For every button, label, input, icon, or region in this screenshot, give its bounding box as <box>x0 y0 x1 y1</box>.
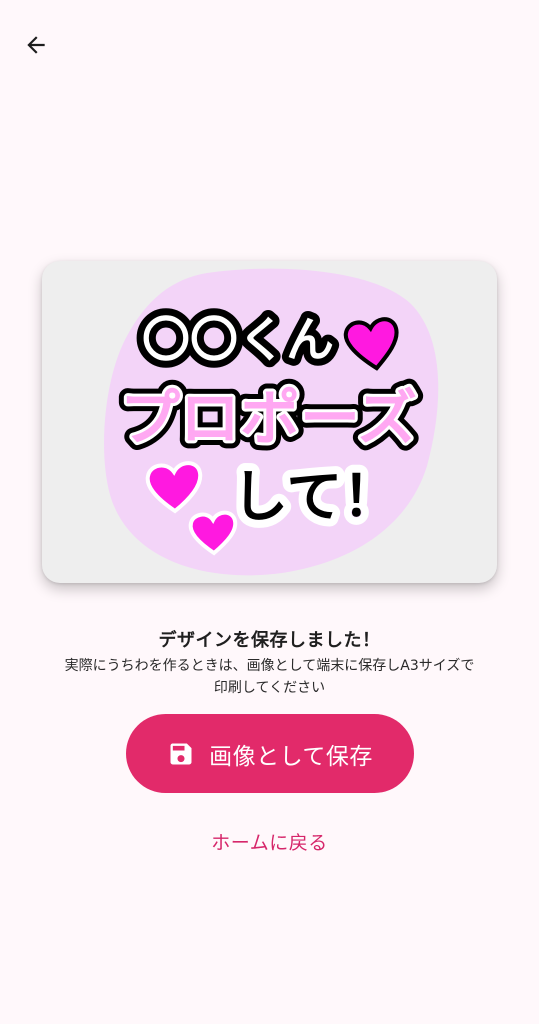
uchiwa-preview-image: 〇〇くん プロポーズ プロポーズ して！ <box>104 268 439 576</box>
save-image-button-label: 画像として保存 <box>209 743 373 770</box>
preview-line3: して！ <box>232 465 398 530</box>
save-description: 実際にうちわを作るときは、画像として端末に保存しA3サイズで 印刷してください <box>40 655 499 699</box>
preview-line2-inner: プロポーズ <box>120 384 417 454</box>
save-description-line1: 実際にうちわを作るときは、画像として端末に保存しA3サイズで <box>64 658 475 674</box>
uchiwa-preview-card: 〇〇くん プロポーズ プロポーズ して！ <box>42 261 497 583</box>
save-description-line2: 印刷してください <box>213 680 326 696</box>
back-button[interactable] <box>14 25 58 65</box>
saved-title: デザインを保存しました！ <box>158 630 381 651</box>
home-link[interactable]: ホームに戻る <box>0 828 539 855</box>
save-complete-screen: 〇〇くん プロポーズ プロポーズ して！ デザインを保存しました！ 実際にうちわ… <box>0 0 539 1024</box>
floppy-disk-icon <box>167 740 195 768</box>
arrow-left-icon <box>27 36 45 54</box>
save-image-button[interactable]: 画像として保存 <box>126 714 414 793</box>
preview-line1: 〇〇くん <box>142 312 334 368</box>
